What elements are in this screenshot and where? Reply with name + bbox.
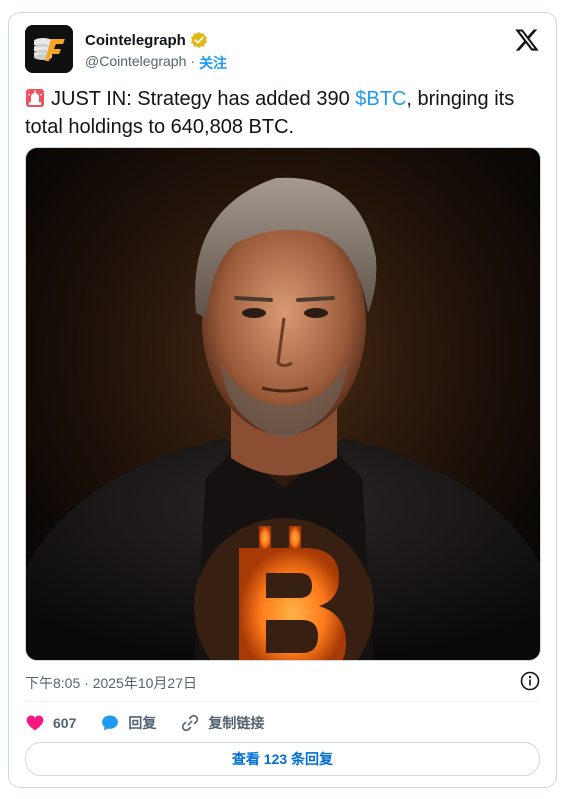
verified-badge-icon [190, 31, 207, 49]
action-bar: 607 回复 复制链接 [25, 711, 264, 735]
info-icon[interactable] [520, 671, 540, 691]
siren-emoji-icon [26, 89, 44, 107]
author-avatar[interactable] [25, 25, 73, 73]
like-button[interactable]: 607 [25, 713, 76, 733]
author-name-row: Cointelegraph [85, 31, 208, 49]
copy-link-button[interactable]: 复制链接 [180, 713, 264, 733]
author-handle-row: @Cointelegraph · 关注 [85, 53, 227, 73]
tweet-timestamp[interactable]: 下午8:05 · 2025年10月27日 [25, 673, 197, 693]
x-logo-icon[interactable] [514, 27, 540, 53]
view-replies-button[interactable]: 查看 123 条回复 [25, 742, 540, 776]
author-name[interactable]: Cointelegraph [85, 32, 186, 49]
portrait-image [26, 148, 540, 660]
author-handle[interactable]: @Cointelegraph [85, 53, 186, 73]
follow-button[interactable]: 关注 [199, 53, 227, 73]
link-icon [182, 714, 199, 732]
heart-icon [26, 715, 44, 731]
like-count: 607 [53, 715, 77, 731]
cointelegraph-logo-icon [25, 25, 73, 73]
tweet-card: Cointelegraph @Cointelegraph · 关注 JUST I… [8, 12, 557, 788]
tweet-text: JUST IN: Strategy has added 390 $BTC, br… [25, 85, 535, 141]
copy-link-label: 复制链接 [208, 715, 265, 731]
tweet-header: Cointelegraph @Cointelegraph · 关注 [25, 25, 540, 73]
tweet-media-image[interactable] [25, 147, 541, 661]
divider [25, 701, 540, 702]
reply-bubble-icon [102, 715, 119, 731]
reply-button[interactable]: 回复 [100, 713, 156, 733]
reply-label: 回复 [128, 715, 157, 731]
separator-dot: · [190, 53, 196, 69]
btc-cashtag-link[interactable]: $BTC [355, 88, 406, 110]
tweet-text-prefix: JUST IN: Strategy has added 390 [51, 88, 356, 110]
